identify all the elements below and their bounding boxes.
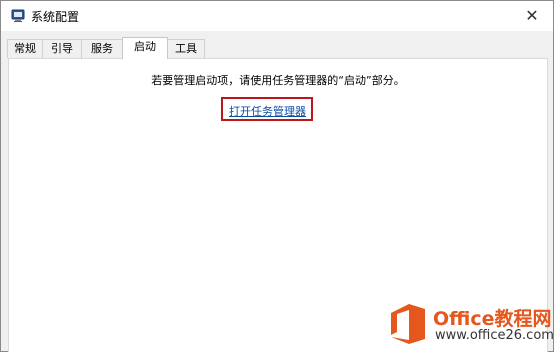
open-task-manager-link[interactable]: 打开任务管理器 bbox=[229, 103, 306, 119]
watermark: Office教程网 www.office26.com bbox=[387, 300, 554, 350]
close-icon: ✕ bbox=[525, 6, 539, 25]
title-bar[interactable]: 系统配置 ✕ bbox=[1, 1, 553, 31]
tab-tools[interactable]: 工具 bbox=[167, 39, 205, 58]
watermark-brand: Office教程网 bbox=[433, 308, 552, 330]
startup-message: 若要管理启动项，请使用任务管理器的“启动”部分。 bbox=[151, 74, 405, 87]
office-logo-icon bbox=[391, 304, 425, 344]
watermark-url: www.office26.com bbox=[435, 328, 554, 343]
tab-startup[interactable]: 启动 bbox=[122, 37, 168, 59]
window-title: 系统配置 bbox=[31, 10, 80, 24]
tab-general[interactable]: 常规 bbox=[7, 39, 43, 58]
system-config-icon bbox=[11, 9, 25, 22]
tab-boot[interactable]: 引导 bbox=[42, 39, 82, 58]
system-config-window: 系统配置 ✕ 常规 引导 服务 启动 工具 若要管理启动项，请使用任务管理器的“… bbox=[0, 0, 554, 352]
tab-services[interactable]: 服务 bbox=[81, 39, 123, 58]
highlight-box: 打开任务管理器 bbox=[221, 97, 313, 121]
close-button[interactable]: ✕ bbox=[521, 5, 543, 27]
